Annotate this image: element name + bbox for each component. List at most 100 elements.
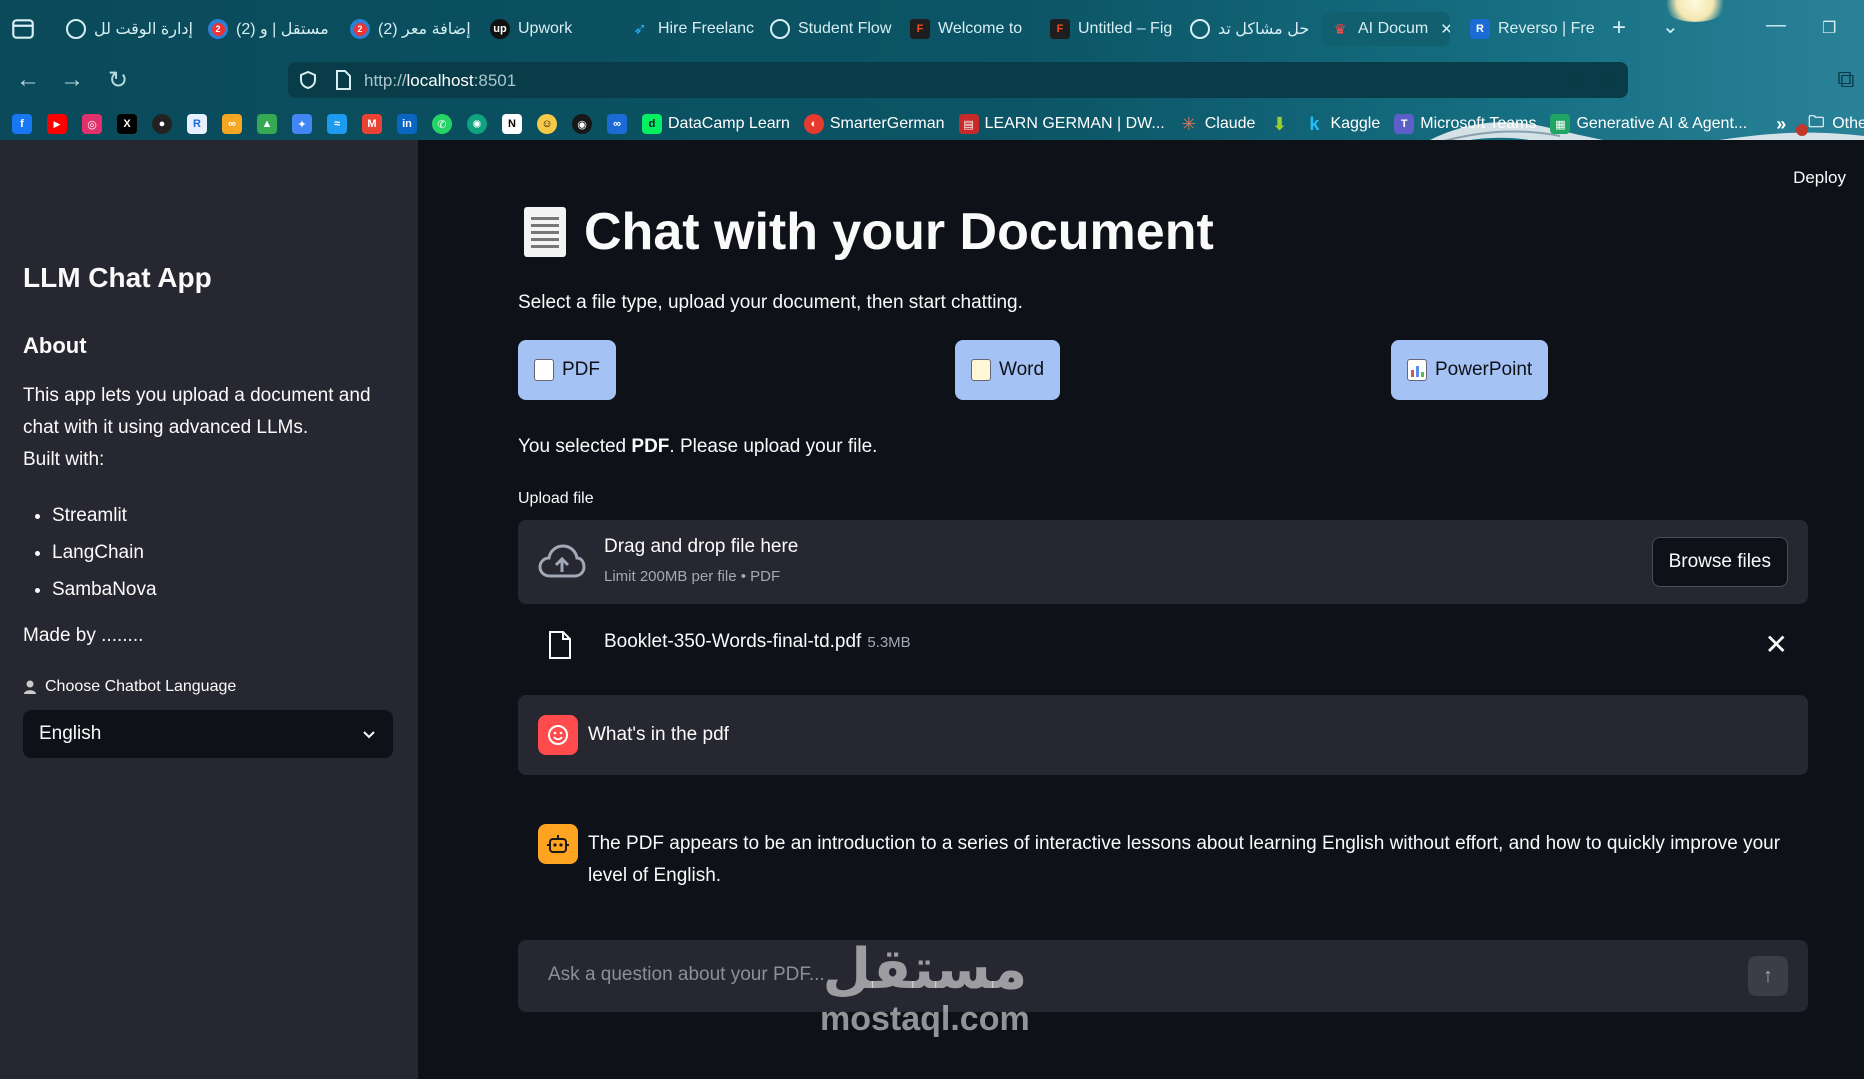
- forward-icon[interactable]: →: [58, 66, 86, 94]
- chat-input[interactable]: Ask a question about your PDF... ↑: [518, 940, 1808, 1012]
- address-bar[interactable]: http://localhost:8501: [288, 62, 1628, 98]
- drive-icon[interactable]: ▲: [257, 114, 277, 134]
- tab-mostaql-2[interactable]: 2 (2) إضافة معر: [342, 12, 482, 46]
- linkedin-icon[interactable]: in: [397, 114, 417, 134]
- powerpoint-button[interactable]: PowerPoint: [1391, 340, 1549, 400]
- person-speaking-icon: [24, 680, 36, 694]
- instagram-icon[interactable]: ◎: [82, 114, 102, 134]
- claude-icon: ✳: [1181, 113, 1197, 134]
- chatgpt-bookmark-icon[interactable]: ✺: [467, 114, 487, 134]
- tab-label: Hire Freelanc: [658, 20, 755, 37]
- back-icon[interactable]: ←: [14, 66, 42, 94]
- bookmark-datacamp[interactable]: d DataCamp Learn: [642, 114, 790, 134]
- chat-input-placeholder: Ask a question about your PDF...: [548, 964, 825, 985]
- x-icon[interactable]: X: [117, 114, 137, 134]
- github-dark-icon[interactable]: ●: [152, 114, 172, 134]
- infinity-icon[interactable]: ∞: [222, 114, 242, 134]
- remove-file-icon[interactable]: ✕: [1765, 628, 1788, 661]
- tab-label: Welcome to: [938, 20, 1023, 37]
- facebook-icon[interactable]: f: [12, 114, 32, 134]
- tab-list-icon[interactable]: [10, 16, 36, 42]
- memo-icon: [971, 359, 991, 381]
- language-value: English: [39, 723, 102, 744]
- subtitle: Select a file type, upload your document…: [518, 292, 1023, 313]
- chatgpt-icon: [66, 19, 86, 39]
- copilot-icon[interactable]: ∞: [607, 114, 627, 134]
- bookmark-smartergerman[interactable]: ◐ SmarterGerman: [803, 114, 945, 134]
- bookmark-claude[interactable]: ✳ Claude: [1179, 113, 1255, 134]
- tab-time-management[interactable]: إدارة الوقت لل: [58, 12, 198, 46]
- more-bookmarks-chevron-icon[interactable]: »: [1771, 114, 1791, 134]
- send-arrow-icon[interactable]: ↑: [1748, 956, 1788, 996]
- shield-icon[interactable]: [298, 70, 318, 90]
- made-by: Made by ........: [23, 625, 144, 646]
- bookmark-generative-ai[interactable]: ▦ Generative AI & Agent...: [1550, 114, 1747, 134]
- watermark-logo: مستقل mostaql.com: [820, 940, 1030, 1039]
- download-arrow-icon[interactable]: ⬇: [1269, 114, 1289, 134]
- url-text[interactable]: http://localhost:8501: [364, 71, 516, 91]
- word-button[interactable]: Word: [955, 340, 1061, 400]
- tab-hire-freelancer[interactable]: ➶ Hire Freelanc: [622, 12, 762, 46]
- user-message: What's in the pdf: [518, 695, 1808, 775]
- download-icon[interactable]: ⇩: [1562, 66, 1590, 94]
- chatgpt-icon: [770, 19, 790, 39]
- dw-icon: ▤: [958, 114, 979, 134]
- list-item: LangChain: [52, 534, 157, 571]
- whatsapp-icon[interactable]: ✆: [432, 114, 452, 134]
- extensions-icon[interactable]: ⧉: [1832, 66, 1860, 94]
- file-dropzone[interactable]: Drag and drop file here Limit 200MB per …: [518, 520, 1808, 604]
- main-content: Deploy Chat with your Document Select a …: [418, 140, 1864, 1079]
- assistant-message: The PDF appears to be an introduction to…: [518, 808, 1808, 918]
- tab-label: Upwork: [518, 20, 573, 37]
- youtube-icon[interactable]: ▶: [47, 114, 67, 134]
- chevron-down-icon: [363, 731, 375, 739]
- sidebar: LLM Chat App About This app lets you upl…: [0, 140, 418, 1079]
- gemini-icon[interactable]: ✦: [292, 114, 312, 134]
- tab-welcome-figma[interactable]: F Welcome to: [902, 12, 1042, 46]
- bird-icon[interactable]: ≈: [327, 114, 347, 134]
- language-select[interactable]: English: [23, 710, 393, 758]
- smartergerman-icon: ◐: [803, 114, 824, 134]
- bookmark-kaggle[interactable]: k Kaggle: [1304, 114, 1380, 134]
- bookmark-dw[interactable]: ▤ LEARN GERMAN | DW...: [958, 114, 1165, 134]
- tab-student-flow[interactable]: Student Flow: [762, 12, 902, 46]
- bot-avatar-icon: [538, 824, 578, 864]
- reverso-bookmark-icon[interactable]: R: [187, 114, 207, 134]
- gmail-icon[interactable]: M: [362, 114, 382, 134]
- tab-reverso[interactable]: R Reverso | Fre: [1462, 12, 1602, 46]
- tab-solve-problems[interactable]: حل مشاكل تد: [1182, 12, 1322, 46]
- page-title: Chat with your Document: [524, 202, 1214, 262]
- chatgpt-icon: [1190, 19, 1210, 39]
- tab-mostaql-1[interactable]: 2 (2) مستقل | و: [200, 12, 340, 46]
- minimize-icon[interactable]: —: [1766, 14, 1786, 37]
- star-icon[interactable]: ☆: [1596, 66, 1624, 94]
- deploy-button[interactable]: Deploy: [1793, 168, 1846, 188]
- teams-icon: T: [1394, 114, 1415, 134]
- notion-icon[interactable]: N: [502, 114, 522, 134]
- reload-icon[interactable]: ↻: [104, 66, 132, 94]
- smiley-icon[interactable]: ☺: [537, 114, 557, 134]
- tab-label: (2) إضافة معر: [378, 21, 471, 38]
- bookmark-teams[interactable]: T Microsoft Teams: [1394, 114, 1536, 134]
- tab-upwork[interactable]: up Upwork: [482, 12, 622, 46]
- mostaql-icon: 2: [208, 19, 228, 39]
- tab-untitled-figma[interactable]: F Untitled – Fig: [1042, 12, 1182, 46]
- folder-icon: 🗀: [1808, 113, 1825, 131]
- bookmark-other[interactable]: 🗀Other Book: [1806, 114, 1864, 134]
- new-tab-icon[interactable]: +: [1612, 14, 1626, 42]
- browse-files-button[interactable]: Browse files: [1651, 537, 1788, 587]
- tab-overflow-chevron-icon[interactable]: ⌄: [1662, 14, 1679, 39]
- tab-label: Reverso | Fre: [1498, 20, 1595, 37]
- reverso-icon: R: [1470, 19, 1490, 39]
- tab-ai-document[interactable]: ♛ AI Docum ✕: [1322, 12, 1450, 46]
- restore-icon[interactable]: ❐: [1822, 18, 1836, 38]
- bar-chart-icon: [1407, 359, 1427, 381]
- close-tab-icon[interactable]: ✕: [1440, 20, 1450, 38]
- tab-label: (2) مستقل | و: [236, 21, 329, 38]
- upload-label: Upload file: [518, 490, 594, 507]
- github-icon[interactable]: ◉: [572, 114, 592, 134]
- streamlit-icon: ♛: [1333, 20, 1347, 37]
- navigation-bar: ← → ↻ http://localhost:8501 ⇩ ☆ ⧉: [0, 56, 1864, 160]
- user-message-text: What's in the pdf: [588, 724, 729, 745]
- pdf-button[interactable]: PDF: [518, 340, 616, 400]
